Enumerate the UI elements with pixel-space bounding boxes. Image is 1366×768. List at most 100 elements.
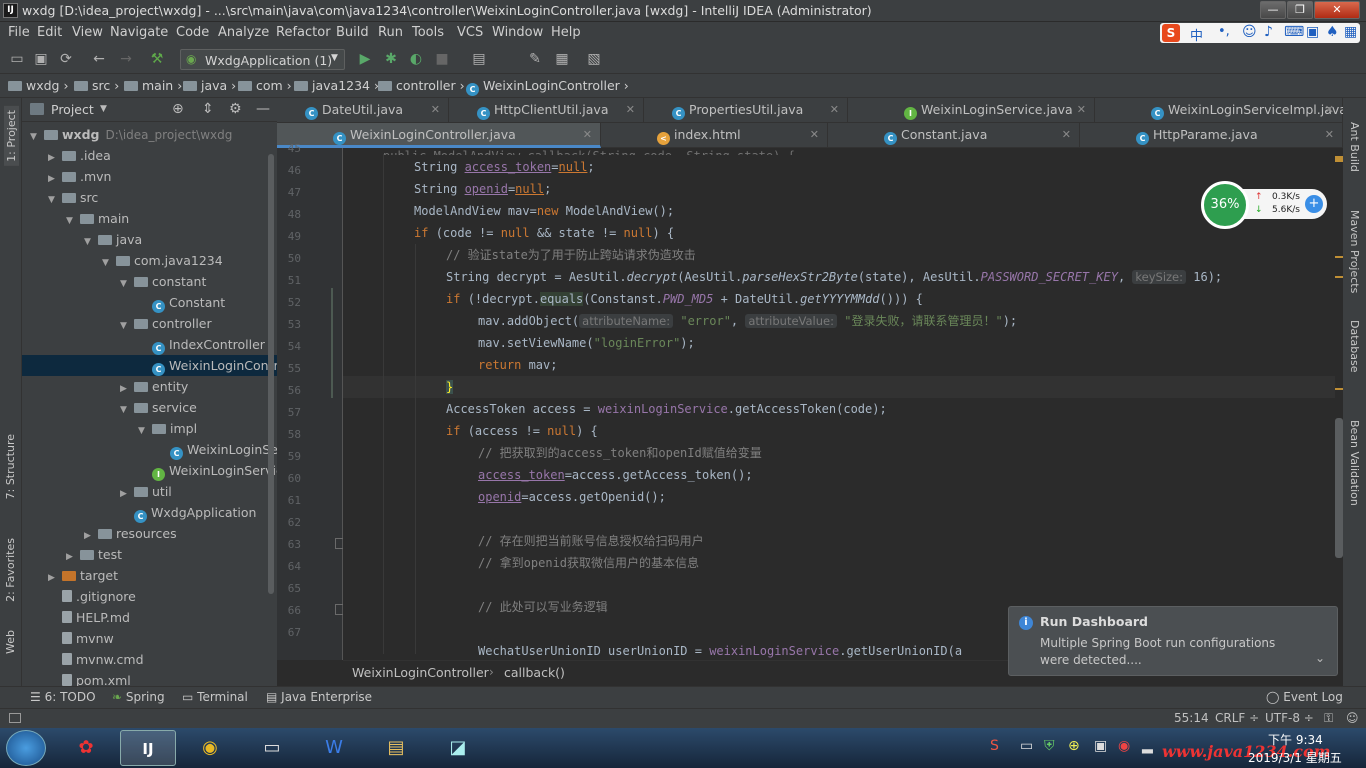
close-tab-icon[interactable]: ✕: [1325, 123, 1334, 147]
bean-validation-tool-tab[interactable]: Bean Validation: [1348, 420, 1361, 506]
tree-item[interactable]: ▼ java: [22, 229, 277, 250]
line-number[interactable]: 64: [277, 556, 301, 578]
more-icon[interactable]: ▦: [1344, 24, 1357, 40]
ime-mode-label[interactable]: 中: [1190, 25, 1203, 44]
editor-tab[interactable]: C DateUtil.java ✕: [277, 98, 449, 123]
close-tab-icon[interactable]: ✕: [1325, 98, 1334, 122]
menu-view[interactable]: View: [72, 25, 103, 40]
tree-item[interactable]: ▶ .mvn: [22, 166, 277, 187]
editor-tab[interactable]: C WeixinLoginServiceImpl.java ✕: [1095, 98, 1347, 123]
project-view-title[interactable]: Project: [51, 102, 94, 117]
run-icon[interactable]: ▶: [356, 50, 374, 68]
boost-plus-icon[interactable]: +: [1305, 195, 1323, 213]
wps-icon[interactable]: W: [306, 730, 362, 766]
file-encoding[interactable]: UTF-8 ÷: [1265, 711, 1314, 725]
tray-plus-icon[interactable]: ⊕: [1068, 738, 1080, 754]
close-tab-icon[interactable]: ✕: [626, 98, 635, 122]
tray-sogou-icon[interactable]: S: [990, 738, 999, 754]
punctuation-icon[interactable]: •,: [1218, 24, 1230, 39]
locate-icon[interactable]: ⊕: [172, 101, 184, 117]
menu-vcs[interactable]: VCS: [457, 25, 483, 40]
line-number[interactable]: 46: [277, 160, 301, 182]
tree-item[interactable]: ▼ main: [22, 208, 277, 229]
inspector-icon[interactable]: ☺: [1346, 711, 1359, 725]
editor-tab[interactable]: C PropertiesUtil.java ✕: [644, 98, 848, 123]
network-monitor-widget[interactable]: ↑ 0.3K/s ↓ 5.6K/s + 36%: [1201, 181, 1329, 229]
emoji-icon[interactable]: ☺: [1242, 24, 1257, 40]
menu-analyze[interactable]: Analyze: [218, 25, 269, 40]
clock-time[interactable]: 下午 9:34: [1268, 731, 1323, 748]
maximize-button[interactable]: ❐: [1287, 1, 1313, 19]
editor-tab[interactable]: C Constant.java ✕: [828, 123, 1080, 148]
crumb-controller[interactable]: controller ›: [378, 78, 465, 93]
line-number[interactable]: 51: [277, 270, 301, 292]
tree-item[interactable]: ▶ test: [22, 544, 277, 565]
line-number[interactable]: 61: [277, 490, 301, 512]
tree-scrollbar[interactable]: [268, 154, 274, 594]
tree-item[interactable]: ▶ entity: [22, 376, 277, 397]
line-number[interactable]: 55: [277, 358, 301, 380]
line-number[interactable]: 63: [277, 534, 301, 556]
settings-wrench-icon[interactable]: ✎: [526, 50, 544, 68]
line-number[interactable]: 60: [277, 468, 301, 490]
editor-tab[interactable]: I WeixinLoginService.java ✕: [848, 98, 1095, 123]
project-structure-icon[interactable]: ▤: [470, 50, 488, 68]
java-enterprise-tool-tab[interactable]: ▤ Java Enterprise: [266, 690, 372, 704]
line-number[interactable]: 49: [277, 226, 301, 248]
crumb-com[interactable]: com ›: [238, 78, 292, 93]
line-number[interactable]: 57: [277, 402, 301, 424]
structure-tool-tab[interactable]: 7: Structure: [4, 434, 17, 499]
code-editor[interactable]: public ModelAndView callback(String code…: [343, 148, 1335, 660]
build-hammer-icon[interactable]: ⚒: [148, 50, 166, 68]
menu-refactor[interactable]: Refactor: [276, 25, 331, 40]
microphone-icon[interactable]: ♪: [1264, 24, 1273, 40]
close-tab-icon[interactable]: ✕: [583, 123, 592, 147]
crumb-class[interactable]: C WeixinLoginController ›: [466, 78, 629, 96]
hide-icon[interactable]: —: [256, 101, 270, 117]
close-tab-icon[interactable]: ✕: [830, 98, 839, 122]
close-tab-icon[interactable]: ✕: [810, 123, 819, 147]
tree-item[interactable]: I WeixinLoginService: [22, 460, 277, 481]
tree-item[interactable]: ▶ target: [22, 565, 277, 586]
breadcrumb-class[interactable]: WeixinLoginController: [352, 665, 489, 680]
tray-network-icon[interactable]: ▭: [1020, 738, 1033, 754]
tree-item[interactable]: ▼ constant: [22, 271, 277, 292]
warning-marker-icon[interactable]: [1335, 156, 1343, 162]
tree-item[interactable]: ▼ controller: [22, 313, 277, 334]
debug-icon[interactable]: ✱: [382, 50, 400, 68]
tree-item[interactable]: mvnw.cmd: [22, 649, 277, 670]
tree-item[interactable]: ▼ service: [22, 397, 277, 418]
tree-item[interactable]: ▼ wxdg D:\idea_project\wxdg: [22, 124, 277, 145]
crumb-src[interactable]: src ›: [74, 78, 119, 93]
project-tool-tab[interactable]: 1: Project: [4, 106, 19, 166]
sdk-icon[interactable]: ▧: [585, 50, 603, 68]
project-settings-icon[interactable]: ▦: [553, 50, 571, 68]
crumb-java[interactable]: java ›: [183, 78, 236, 93]
line-number[interactable]: 62: [277, 512, 301, 534]
menu-run[interactable]: Run: [378, 25, 403, 40]
gear-icon[interactable]: ⚙: [229, 101, 242, 117]
scroll-thumb[interactable]: [1335, 418, 1343, 558]
save-icon[interactable]: ▣: [32, 50, 50, 68]
menu-code[interactable]: Code: [176, 25, 209, 40]
notification-title[interactable]: Run Dashboard: [1040, 614, 1148, 629]
warning-marker-icon[interactable]: [1335, 388, 1343, 390]
close-window-button[interactable]: ✕: [1314, 1, 1360, 19]
maven-tool-tab[interactable]: Maven Projects: [1348, 210, 1361, 293]
clock-date[interactable]: 2019/3/1 星期五: [1248, 749, 1342, 766]
database-tool-tab[interactable]: Database: [1348, 320, 1361, 373]
tree-item[interactable]: mvnw: [22, 628, 277, 649]
caret-position[interactable]: 55:14: [1174, 711, 1209, 725]
line-number[interactable]: 50: [277, 248, 301, 270]
toolbox-icon[interactable]: ▣: [1306, 24, 1319, 40]
line-number[interactable]: 66: [277, 600, 301, 622]
terminal-tool-tab[interactable]: ▭ Terminal: [182, 690, 248, 704]
tree-item[interactable]: C WeixinLoginContro: [22, 355, 277, 376]
tree-item[interactable]: .gitignore: [22, 586, 277, 607]
tree-item[interactable]: ▼ impl: [22, 418, 277, 439]
editor-tab[interactable]: C HttpParame.java ✕: [1080, 123, 1343, 148]
skin-icon[interactable]: ♠: [1326, 24, 1339, 40]
tree-item[interactable]: C WeixinLoginSer: [22, 439, 277, 460]
warning-marker-icon[interactable]: [1335, 256, 1343, 258]
editor-tab[interactable]: C WeixinLoginController.java ✕: [277, 123, 601, 148]
